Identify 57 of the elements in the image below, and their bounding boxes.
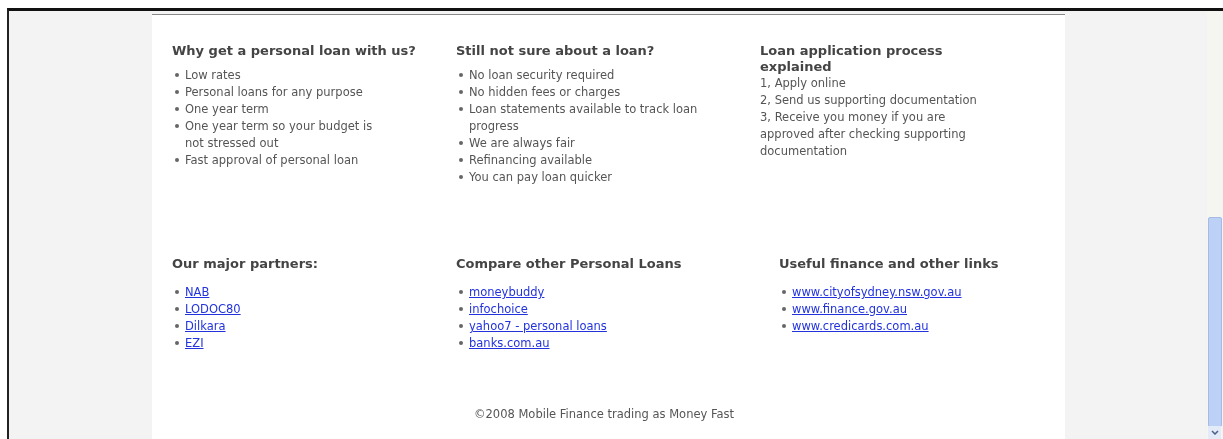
scroll-down-button[interactable] (1208, 426, 1221, 439)
link[interactable]: NAB (185, 284, 210, 301)
bullet-icon (175, 107, 179, 111)
link[interactable]: infochoice (469, 301, 528, 318)
list-item: You can pay loan quicker (469, 169, 612, 186)
bullet-icon (782, 324, 786, 328)
bullet-icon (459, 307, 463, 311)
bullet-icon (782, 290, 786, 294)
bullet-icon (459, 175, 463, 179)
bullet-icon (459, 90, 463, 94)
chevron-down-icon (1210, 430, 1219, 435)
list-item: Personal loans for any purpose (185, 84, 363, 101)
bullet-icon (459, 141, 463, 145)
bullet-icon (175, 90, 179, 94)
bullet-icon (175, 324, 179, 328)
list-item: We are always fair (469, 135, 575, 152)
bullet-icon (459, 341, 463, 345)
list-item: Fast approval of personal loan (185, 152, 359, 169)
scroll-thumb[interactable] (1208, 217, 1222, 427)
section-heading: Still not sure about a loan? (456, 43, 656, 59)
copyright-text: ©2008 Mobile Finance trading as Money Fast (474, 407, 735, 421)
bullet-icon (175, 341, 179, 345)
section-heading: Why get a personal loan with us? (172, 43, 417, 59)
step-text: 1, Apply online (760, 75, 847, 92)
bullet-icon (782, 307, 786, 311)
bullet-icon (175, 124, 179, 128)
section-heading: Compare other Personal Loans (456, 256, 683, 272)
bullet-icon (459, 324, 463, 328)
list-item: One year term (185, 101, 269, 118)
list-item: Low rates (185, 67, 241, 84)
bullet-icon (175, 158, 179, 162)
link[interactable]: www.credicards.com.au (792, 318, 929, 335)
link[interactable]: www.cityofsydney.nsw.gov.au (792, 284, 962, 301)
section-heading: Useful finance and other links (779, 256, 1000, 272)
step-text: 3, Receive you money if you are approved after checking supporting documentation (760, 109, 967, 160)
list-item: No loan security required (469, 67, 615, 84)
step-text: 2, Send us supporting documentation (760, 92, 978, 109)
list-item: Refinancing available (469, 152, 593, 169)
link[interactable]: banks.com.au (469, 335, 550, 352)
list-item: No hidden fees or charges (469, 84, 621, 101)
bullet-icon (459, 290, 463, 294)
bullet-icon (459, 107, 463, 111)
link[interactable]: LODOC80 (185, 301, 241, 318)
link[interactable]: Dilkara (185, 318, 226, 335)
section-heading: Loan application process explained (760, 43, 944, 75)
bullet-icon (175, 307, 179, 311)
link[interactable]: EZI (185, 335, 204, 352)
link[interactable]: moneybuddy (469, 284, 545, 301)
bullet-icon (175, 290, 179, 294)
bullet-icon (175, 73, 179, 77)
link[interactable]: www.finance.gov.au (792, 301, 907, 318)
link[interactable]: yahoo7 - personal loans (469, 318, 607, 335)
list-item: One year term so your budget is not stressed out (185, 118, 374, 152)
bullet-icon (459, 73, 463, 77)
bullet-icon (459, 158, 463, 162)
section-heading: Our major partners: (172, 256, 319, 272)
list-item: Loan statements available to track loan progress (469, 101, 699, 135)
